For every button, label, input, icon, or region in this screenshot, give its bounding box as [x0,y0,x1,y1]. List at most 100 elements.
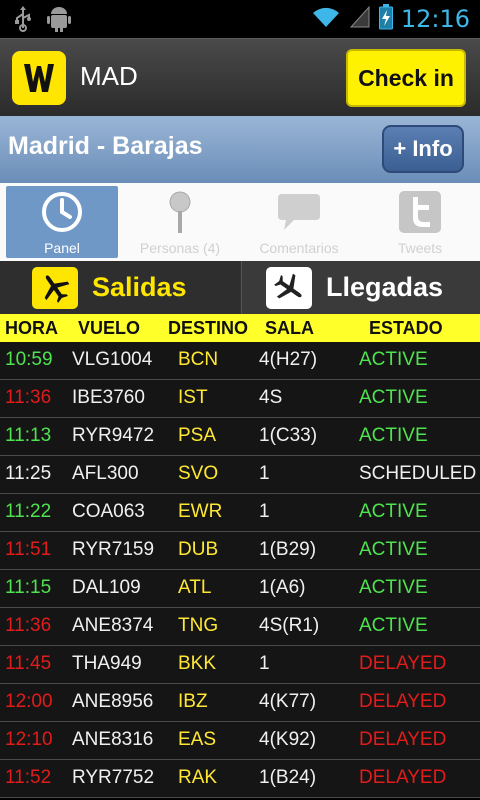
flight-gate: 4(K92) [259,729,317,750]
flight-destination: EAS [178,729,217,750]
airport-band: Madrid - Barajas + Info [0,116,480,183]
flight-gate: 1(B29) [259,539,317,560]
status-bar: 12:16 [0,0,480,38]
flight-status: DELAYED [359,691,447,712]
airport-name: Madrid - Barajas [8,132,203,160]
header-status: ESTADO [369,318,443,338]
departures-label: Salidas [92,272,187,302]
flight-destination: EWR [178,501,223,522]
table-row[interactable]: 11:36 ANE8374 TNG 4S(R1) ACTIVE [0,608,480,646]
flight-number: ANE8956 [72,691,154,712]
tab-bar: Panel Personas (4) Comentarios Tweets [0,183,480,261]
arrivals-tab[interactable]: Llegadas [241,261,480,314]
flight-gate: 1 [259,653,270,674]
table-row[interactable]: 11:15 DAL109 ATL 1(A6) ACTIVE [0,570,480,608]
flight-destination: PSA [178,425,217,446]
tab-tweets[interactable]: Tweets [364,186,476,258]
tab-label: Comentarios [259,240,339,256]
flight-time: 11:45 [5,653,52,674]
flight-status: SCHEDULED [359,463,477,484]
flight-number: AFL300 [72,463,139,484]
flight-number: RYR9472 [72,425,155,446]
android-debug-icon [46,6,72,36]
flight-time: 12:10 [5,729,53,750]
header-destination: DESTINO [168,318,249,338]
flight-gate: 1 [259,501,270,522]
flight-destination: IST [178,387,208,408]
flight-status: ACTIVE [359,577,428,598]
flight-gate: 1(C33) [259,425,318,446]
check-in-button[interactable]: Check in [346,49,466,107]
flight-gate: 4(K77) [259,691,317,712]
flight-destination: IBZ [178,691,208,712]
table-row[interactable]: 12:10 ANE8316 EAS 4(K92) DELAYED [0,722,480,760]
flight-number: IBE3760 [72,387,145,408]
flight-number: COA063 [72,501,145,522]
flight-time: 11:36 [5,387,52,408]
table-row[interactable]: 11:25 AFL300 SVO 1 SCHEDULED [0,456,480,494]
table-row[interactable]: 11:13 RYR9472 PSA 1(C33) ACTIVE [0,418,480,456]
flight-status: ACTIVE [359,349,428,370]
tab-comentarios[interactable]: Comentarios [243,186,355,258]
flight-number: ANE8316 [72,729,154,750]
clock-icon [40,190,84,234]
flight-gate: 1(B24) [259,767,317,788]
tab-label: Tweets [397,240,443,256]
airport-code: MAD [80,61,138,91]
table-row[interactable]: 11:36 IBE3760 IST 4S ACTIVE [0,380,480,418]
flight-gate: 1 [259,463,270,484]
flight-time: 11:52 [5,767,52,788]
flight-status: ACTIVE [359,539,428,560]
flight-time: 12:00 [5,691,53,712]
flight-number: VLG1004 [72,349,153,370]
flight-destination: DUB [178,539,219,560]
flight-number: ANE8374 [72,615,154,636]
flight-status: ACTIVE [359,387,428,408]
battery-charging-icon [378,4,393,34]
flight-time: 11:13 [5,425,52,446]
tab-panel[interactable]: Panel [6,186,118,258]
flight-gate: 4(H27) [259,349,318,370]
flight-destination: BKK [178,653,217,674]
speech-bubble-icon [276,190,322,234]
flight-gate: 4S(R1) [259,615,320,636]
flight-destination: BCN [178,349,219,370]
table-row[interactable]: 11:52 RYR7752 RAK 1(B24) DELAYED [0,760,480,798]
flight-time: 11:15 [5,577,52,598]
wifi-icon [311,5,341,33]
flight-time: 11:22 [5,501,52,522]
plane-landing-icon [266,266,312,309]
table-row[interactable]: 11:22 COA063 EWR 1 ACTIVE [0,494,480,532]
arrivals-label: Llegadas [326,272,444,302]
table-header: HORA VUELO DESTINO SALA ESTADO [0,314,480,342]
more-info-button[interactable]: + Info [382,125,464,173]
table-row[interactable]: 12:00 ANE8956 IBZ 4(K77) DELAYED [0,684,480,722]
flight-destination: RAK [178,767,218,788]
signal-icon [349,5,371,33]
departures-tab[interactable]: Salidas [0,261,240,314]
flight-status: DELAYED [359,729,447,750]
app-logo-icon[interactable] [12,51,66,105]
flight-status: DELAYED [359,653,447,674]
header-time: HORA [5,318,58,338]
flights-list: 10:59 VLG1004 BCN 4(H27) ACTIVE 11:36 IBE3760 I… [0,342,480,798]
app-header: MAD Check in [0,38,480,116]
header-flight: VUELO [78,318,141,338]
flight-time: 10:59 [5,349,53,370]
usb-icon [14,6,32,36]
table-row[interactable]: 11:51 RYR7159 DUB 1(B29) ACTIVE [0,532,480,570]
flight-status: ACTIVE [359,501,428,522]
twitter-icon [399,190,441,234]
table-row[interactable]: 10:59 VLG1004 BCN 4(H27) ACTIVE [0,342,480,380]
flight-destination: ATL [178,577,212,598]
table-row[interactable]: 11:45 THA949 BKK 1 DELAYED [0,646,480,684]
tab-personas[interactable]: Personas (4) [124,186,236,258]
flight-time: 11:25 [5,463,52,484]
flight-status: ACTIVE [359,615,428,636]
flight-number: RYR7159 [72,539,155,560]
tab-label: Personas (4) [139,240,221,256]
header-gate: SALA [265,318,314,338]
flight-status: ACTIVE [359,425,428,446]
system-icons: 12:16 [311,4,470,34]
flight-destination: TNG [178,615,219,636]
